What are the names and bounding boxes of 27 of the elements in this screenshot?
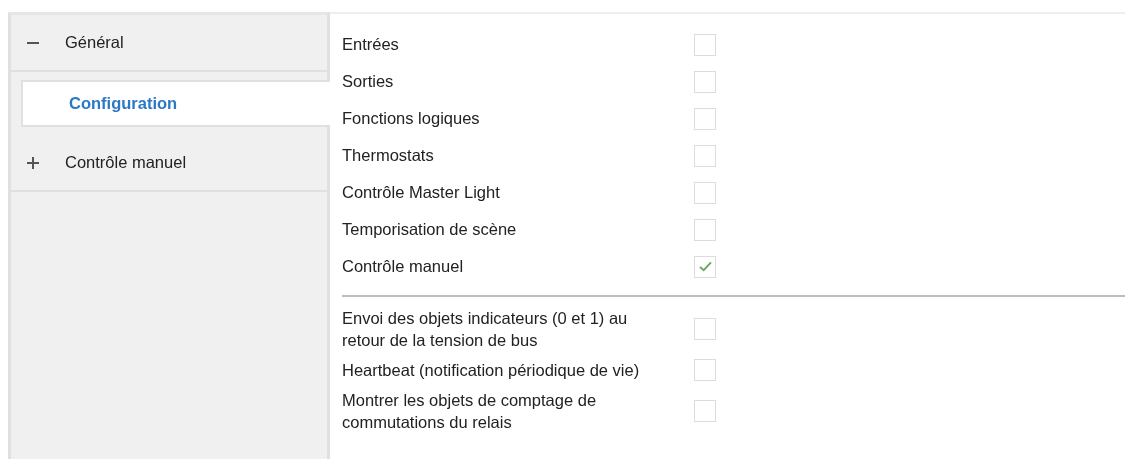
setting-label: Thermostats [342,145,435,167]
sidebar-item[interactable]: Général [11,15,327,72]
checkbox[interactable] [694,33,716,56]
setting-label: Envoi des objets indicateurs (0 et 1) au retour de la tension de bus [342,308,629,352]
check-icon [698,261,712,272]
checkbox[interactable] [694,144,716,167]
setting-label: Entrées [342,34,400,56]
sidebar-label: Général [65,32,124,54]
sidebar-item[interactable]: Configuration [21,80,330,127]
setting-label: Contrôle Master Light [342,182,501,204]
checkbox[interactable] [694,359,716,382]
setting-label: Fonctions logiques [342,108,481,130]
checkbox[interactable] [694,70,716,93]
checkbox[interactable] [694,218,716,241]
setting-label: Contrôle manuel [342,256,465,278]
setting-label: Heartbeat (notification périodique de vie) [342,359,641,381]
checkbox[interactable] [694,181,716,204]
checkbox[interactable] [694,399,716,422]
checkbox[interactable] [694,107,716,130]
sidebar-label: Contrôle manuel [65,152,187,174]
expand-icon[interactable] [27,156,39,169]
setting-label: Sorties [342,71,395,93]
checkbox[interactable] [694,318,716,341]
setting-label: Temporisation de scène [342,219,518,241]
setting-label: Montrer les objets de comptage de commutations du relais [342,389,598,433]
sidebar-item[interactable]: Contrôle manuel [11,135,327,192]
checkbox[interactable] [694,255,716,278]
